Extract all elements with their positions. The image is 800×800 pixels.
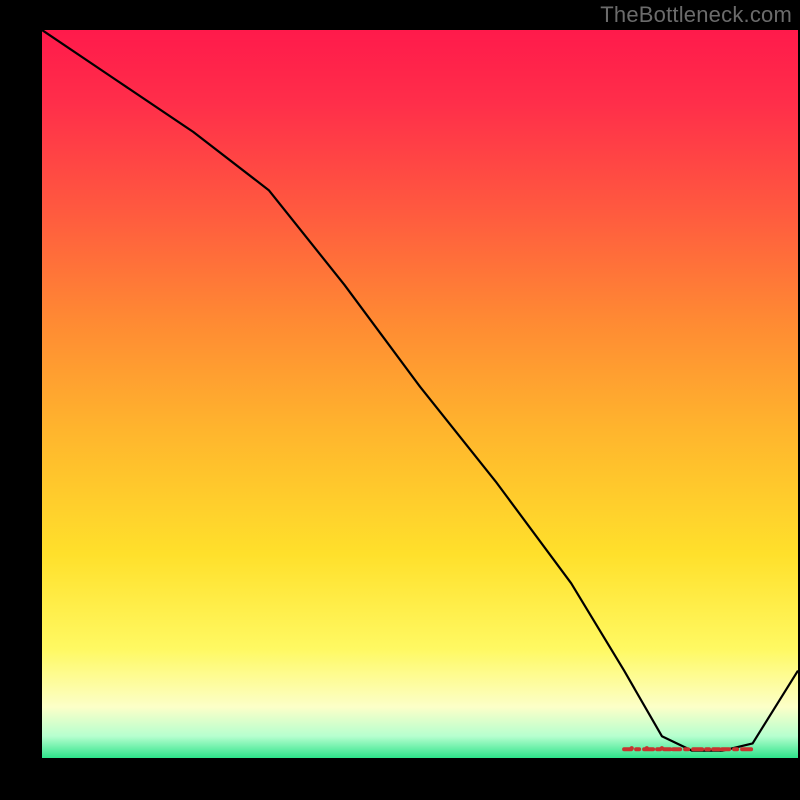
attribution-text: TheBottleneck.com [600,2,792,28]
chart-frame: TheBottleneck.com [0,0,800,800]
bottleneck-curve [42,30,798,751]
optimal-markers [624,746,753,750]
overlay-svg [42,30,798,758]
plot-area [42,30,798,758]
